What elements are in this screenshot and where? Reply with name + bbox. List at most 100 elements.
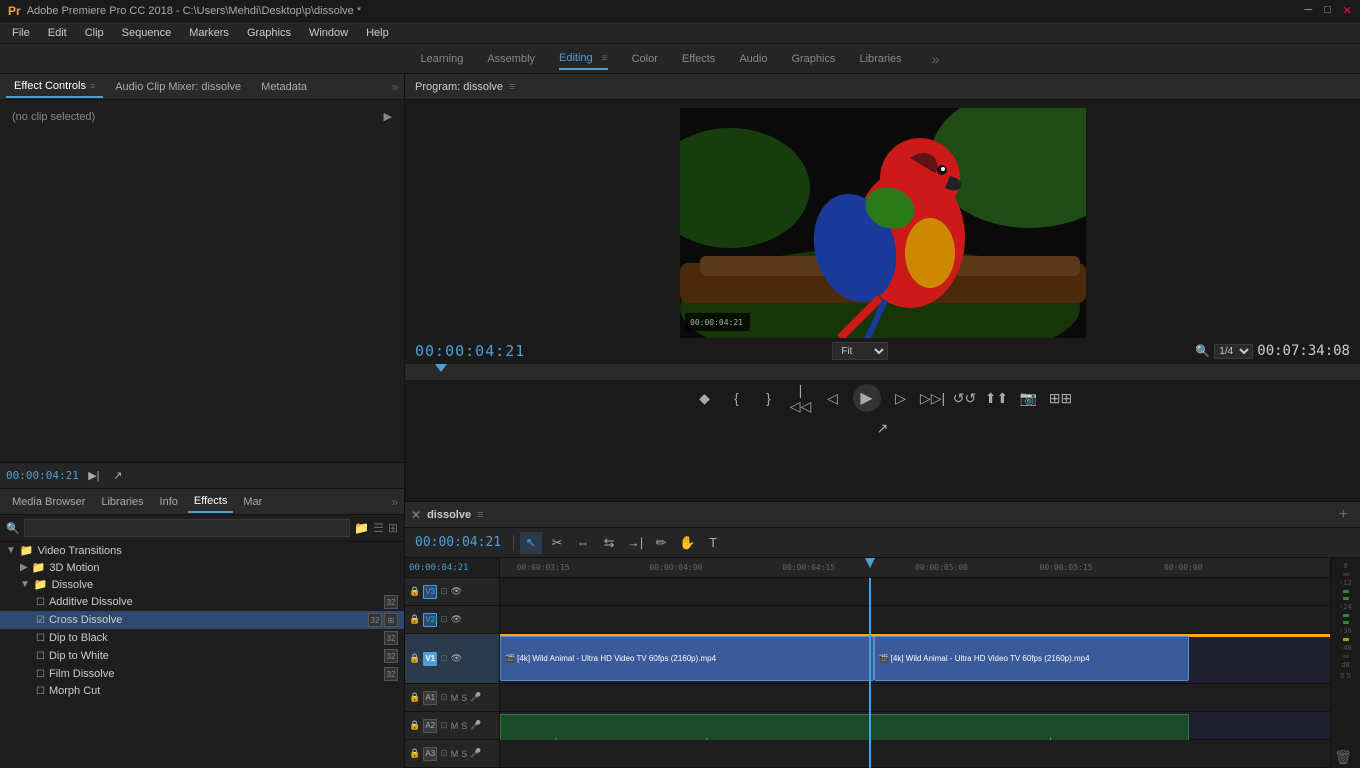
tab-libraries[interactable]: Libraries [859, 49, 901, 69]
new-folder-icon[interactable]: 📁 [354, 521, 369, 535]
marker-button[interactable]: ◆ [693, 386, 717, 410]
effect-controls-menu-icon[interactable]: ≡ [90, 81, 95, 91]
panel-more-button[interactable]: » [391, 80, 398, 94]
menu-clip[interactable]: Clip [77, 25, 112, 41]
v1-sync-icon[interactable]: ⊡ [440, 653, 448, 664]
a3-type-button[interactable]: A3 [423, 747, 437, 761]
ec-export-button[interactable]: ↗ [109, 467, 127, 485]
menu-help[interactable]: Help [358, 25, 397, 41]
loop-button[interactable]: ↺↺ [953, 386, 977, 410]
step-back-button[interactable]: ◁ [821, 386, 845, 410]
program-monitor-menu-icon[interactable]: ≡ [509, 81, 515, 93]
time-ruler[interactable]: 00:00:03:15 00:00:04:00 00:00:04:15 00:0… [500, 558, 1330, 578]
v1-type-button[interactable]: V1 [423, 652, 437, 666]
tree-dip-to-black[interactable]: ☐ Dip to Black 32 [0, 629, 404, 647]
effects-search-input[interactable] [24, 519, 351, 537]
v2-sync-icon[interactable]: ⊡ [440, 614, 448, 625]
playhead-ruler[interactable] [405, 364, 1360, 380]
a1-m-btn[interactable]: M [451, 693, 459, 703]
menu-markers[interactable]: Markers [181, 25, 237, 41]
razor-tool-button[interactable]: ✂ [546, 532, 568, 554]
a2-s-btn[interactable]: S [461, 721, 467, 731]
ec-set-in-button[interactable]: ▶| [85, 467, 103, 485]
select-tool-button[interactable]: ↖ [520, 532, 542, 554]
in-point-button[interactable]: { [725, 386, 749, 410]
grid-view-icon[interactable]: ⊞ [388, 521, 398, 535]
tab-assembly[interactable]: Assembly [487, 49, 535, 69]
menu-graphics[interactable]: Graphics [239, 25, 299, 41]
tab-effects[interactable]: Effects [682, 49, 715, 69]
slip-tool-button[interactable]: ⇆ [598, 532, 620, 554]
a2-mic-icon[interactable]: 🎤 [470, 720, 481, 731]
v2-vis-icon[interactable]: 👁 [451, 614, 462, 625]
tab-audio[interactable]: Audio [739, 49, 767, 69]
track-row-v1[interactable]: 🎬 [4k] Wild Animal - Ultra HD Video TV 6… [500, 634, 1330, 684]
tab-effects[interactable]: Effects [188, 491, 233, 513]
tab-libraries[interactable]: Libraries [95, 492, 149, 512]
multi-camera-button[interactable]: ⊞⊞ [1049, 386, 1073, 410]
tab-editing[interactable]: Editing ≡ [559, 48, 608, 70]
goto-in-button[interactable]: |◁◁ [789, 386, 813, 410]
expand-icon[interactable]: ▶ [384, 110, 392, 123]
quality-select[interactable]: 1/4 1/2 Full [1214, 344, 1253, 359]
tab-color[interactable]: Color [632, 49, 658, 69]
step-forward-button[interactable]: ▷ [889, 386, 913, 410]
menu-sequence[interactable]: Sequence [114, 25, 180, 41]
bottom-panel-more-icon[interactable]: » [391, 495, 398, 509]
goto-out-button[interactable]: ▷▷| [921, 386, 945, 410]
menu-file[interactable]: File [4, 25, 38, 41]
tree-cross-dissolve[interactable]: ☑ Cross Dissolve 32 ⊞ [0, 611, 404, 629]
tab-media-browser[interactable]: Media Browser [6, 492, 91, 512]
tab-learning[interactable]: Learning [421, 49, 464, 69]
text-tool-button[interactable]: T [702, 532, 724, 554]
list-view-icon[interactable]: ☰ [373, 521, 384, 535]
tab-mar[interactable]: Mar [237, 492, 268, 512]
track-row-a1[interactable] [500, 684, 1330, 712]
menu-edit[interactable]: Edit [40, 25, 75, 41]
tree-film-dissolve[interactable]: ☐ Film Dissolve 32 [0, 665, 404, 683]
tree-dip-to-white[interactable]: ☐ Dip to White 32 [0, 647, 404, 665]
window-controls[interactable]: ─ □ ✕ [1304, 4, 1352, 17]
menu-window[interactable]: Window [301, 25, 356, 41]
lift-button[interactable]: ⬆⬆ [985, 386, 1009, 410]
v2-lock-icon[interactable]: 🔒 [409, 614, 420, 625]
minimize-button[interactable]: ─ [1304, 4, 1312, 17]
clip-v1-1[interactable]: 🎬 [4k] Wild Animal - Ultra HD Video TV 6… [500, 636, 874, 681]
v3-type-button[interactable]: V3 [423, 585, 437, 599]
pen-tool-button[interactable]: ✏ [650, 532, 672, 554]
close-button[interactable]: ✕ [1343, 4, 1352, 17]
a2-type-button[interactable]: A2 [423, 719, 437, 733]
v3-vis-icon[interactable]: 👁 [451, 586, 462, 597]
a2-lock-icon[interactable]: 🔒 [409, 720, 420, 731]
a1-mic-icon[interactable]: 🎤 [470, 692, 481, 703]
tab-audio-clip-mixer[interactable]: Audio Clip Mixer: dissolve [107, 77, 249, 97]
tab-effect-controls[interactable]: Effect Controls ≡ [6, 76, 103, 98]
tab-graphics[interactable]: Graphics [791, 49, 835, 69]
v1-vis-icon[interactable]: 👁 [451, 653, 462, 664]
camera-button[interactable]: 📷 [1017, 386, 1041, 410]
ripple-edit-button[interactable]: ⇔ [572, 532, 594, 554]
fit-select[interactable]: Fit 25% 50% 75% 100% [832, 342, 888, 360]
a1-s-btn[interactable]: S [461, 693, 467, 703]
track-row-a3[interactable] [500, 740, 1330, 768]
tree-additive-dissolve[interactable]: ☐ Additive Dissolve 32 [0, 593, 404, 611]
play-button[interactable]: ▶ [853, 384, 881, 412]
tree-dissolve-folder[interactable]: ▼ 📁 Dissolve [0, 576, 404, 593]
v3-lock-icon[interactable]: 🔒 [409, 586, 420, 597]
tree-3d-motion[interactable]: ▶ 📁 3D Motion [0, 559, 404, 576]
track-row-v2[interactable] [500, 606, 1330, 634]
a2-sync-icon[interactable]: ⊡ [440, 720, 448, 731]
hand-tool-button[interactable]: ✋ [676, 532, 698, 554]
tab-metadata[interactable]: Metadata [253, 77, 315, 97]
timeline-menu-icon[interactable]: ≡ [477, 509, 483, 521]
a2-m-btn[interactable]: M [451, 721, 459, 731]
a1-lock-icon[interactable]: 🔒 [409, 692, 420, 703]
track-row-a2[interactable] [500, 712, 1330, 740]
a3-mic-icon[interactable]: 🎤 [470, 748, 481, 759]
a1-type-button[interactable]: A1 [423, 691, 437, 705]
maximize-button[interactable]: □ [1324, 4, 1331, 17]
a3-s-btn[interactable]: S [461, 749, 467, 759]
tree-morph-cut[interactable]: ☐ Morph Cut [0, 683, 404, 699]
v2-type-button[interactable]: V2 [423, 613, 437, 627]
v3-sync-icon[interactable]: ⊡ [440, 586, 448, 597]
